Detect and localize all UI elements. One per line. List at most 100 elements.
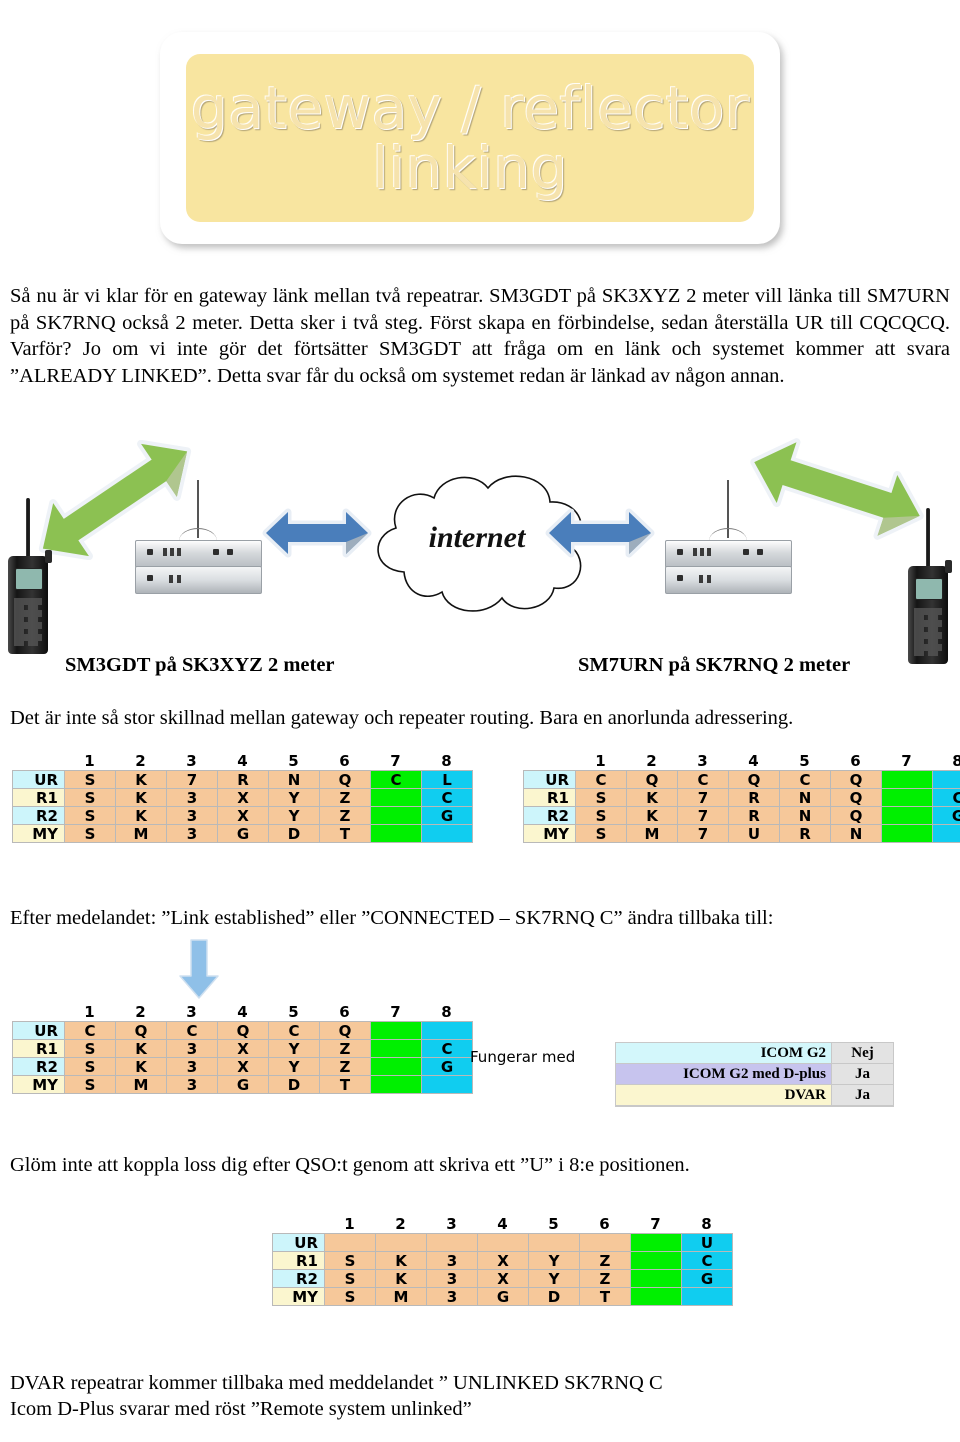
cell-MY-6: T <box>319 824 370 843</box>
cell-UR-3 <box>426 1233 477 1251</box>
down-arrow-icon <box>179 939 219 999</box>
column-header-2: 2 <box>135 1003 146 1021</box>
caption-right: SM7URN på SK7RNQ 2 meter <box>578 654 851 676</box>
row-label-UR: UR <box>12 1021 64 1040</box>
cell-R2-3: 3 <box>426 1269 477 1288</box>
cell-R1-7 <box>881 788 932 806</box>
column-header-2: 2 <box>646 752 657 770</box>
compat-label: Fungerar med <box>470 1048 576 1066</box>
cell-MY-5: R <box>779 824 830 843</box>
cell-UR-8: U <box>681 1233 732 1252</box>
table-row: MY S M 3 G D T <box>12 824 472 843</box>
cell-R2-7 <box>370 1057 421 1075</box>
cell-R2-2: K <box>375 1269 426 1288</box>
document-page: gateway / reflector linking Så nu är vi … <box>0 0 960 1442</box>
cell-R2-2: K <box>115 806 166 825</box>
routing-table-3: 1 2 3 4 5 6 7 8 UR C Q C Q C Q R1 S K 3 X Y Z C R2 S K 3 X Y Z G MY S M 3 G… <box>12 1003 473 1094</box>
table-row: UR C Q C Q C Q <box>523 770 960 789</box>
table-row: R1 S K 7 R N Q C <box>523 788 960 807</box>
cell-R1-2: K <box>115 1039 166 1058</box>
column-header-2: 2 <box>395 1215 406 1233</box>
cell-UR-7: C <box>370 770 421 789</box>
compat-name: ICOM G2 med D-plus <box>616 1064 831 1085</box>
table-row: R1 S K 3 X Y Z C <box>12 1039 472 1058</box>
table-row: MY S M 7 U R N <box>523 824 960 843</box>
cell-R2-5: Y <box>528 1269 579 1288</box>
column-header-6: 6 <box>850 752 861 770</box>
header-banner: gateway / reflector linking <box>160 32 780 244</box>
cell-R1-1: S <box>64 788 115 807</box>
cell-MY-3: 7 <box>677 824 728 843</box>
routing-table-2: 1 2 3 4 5 6 7 8 UR C Q C Q C Q R1 S K 7 R N Q C R2 S K 7 R N Q G MY S M 7 U… <box>523 752 960 843</box>
cell-R1-3: 3 <box>166 1039 217 1058</box>
column-header-5: 5 <box>288 1003 299 1021</box>
repeater-left <box>135 480 262 595</box>
cell-R1-1: S <box>575 788 626 807</box>
cell-UR-8: L <box>421 770 472 789</box>
row-label-R1: R1 <box>523 788 575 807</box>
cell-MY-1: S <box>64 1075 115 1094</box>
cell-MY-8 <box>421 1075 472 1093</box>
column-header-4: 4 <box>497 1215 508 1233</box>
header-spacer <box>272 1215 324 1233</box>
cell-UR-3: 7 <box>166 770 217 789</box>
table-row: R2 S K 3 X Y Z G <box>12 806 472 825</box>
cell-UR-7 <box>630 1233 681 1251</box>
column-header-4: 4 <box>748 752 759 770</box>
cell-MY-2: M <box>626 824 677 843</box>
row-label-MY: MY <box>12 824 64 843</box>
cell-MY-3: 3 <box>166 824 217 843</box>
cell-R1-8: C <box>421 788 472 807</box>
table-row: R1 S K 3 X Y Z C <box>272 1251 732 1270</box>
cell-R1-1: S <box>324 1251 375 1270</box>
column-header-6: 6 <box>599 1215 610 1233</box>
cell-R2-6: Z <box>579 1269 630 1288</box>
row-label-MY: MY <box>272 1287 324 1306</box>
cell-R2-3: 3 <box>166 806 217 825</box>
cell-UR-6: Q <box>319 1021 370 1040</box>
row-label-R2: R2 <box>523 806 575 825</box>
compat-value: Ja <box>831 1085 893 1106</box>
cell-R1-3: 7 <box>677 788 728 807</box>
cell-R1-2: K <box>626 788 677 807</box>
cell-R1-5: N <box>779 788 830 807</box>
cell-R2-8: G <box>932 806 960 825</box>
cell-R1-4: X <box>477 1251 528 1270</box>
cell-UR-5: C <box>779 770 830 789</box>
cell-UR-1: C <box>64 1021 115 1040</box>
intro-paragraph: Så nu är vi klar för en gateway länk mel… <box>10 285 950 387</box>
cell-R2-4: X <box>217 806 268 825</box>
cell-R2-6: Q <box>830 806 881 825</box>
table-row: MY S M 3 G D T <box>272 1287 732 1306</box>
cell-UR-8 <box>932 770 960 788</box>
cell-UR-2 <box>375 1233 426 1251</box>
row-label-R2: R2 <box>12 806 64 825</box>
cell-MY-6: N <box>830 824 881 843</box>
column-header-5: 5 <box>799 752 810 770</box>
cell-R2-1: S <box>64 806 115 825</box>
cell-UR-6 <box>579 1233 630 1251</box>
cell-UR-1: S <box>64 770 115 789</box>
cell-R1-5: Y <box>268 788 319 807</box>
column-header-row: 1 2 3 4 5 6 7 8 <box>272 1215 733 1233</box>
handheld-radio-right <box>908 508 952 668</box>
column-header-4: 4 <box>237 1003 248 1021</box>
cell-R2-7 <box>630 1269 681 1287</box>
column-header-6: 6 <box>339 1003 350 1021</box>
column-header-row: 1 2 3 4 5 6 7 8 <box>12 752 473 770</box>
header-spacer <box>12 1003 64 1021</box>
cell-UR-4: Q <box>728 770 779 789</box>
table-row: UR C Q C Q C Q <box>12 1021 472 1040</box>
cell-R2-7 <box>881 806 932 824</box>
column-header-3: 3 <box>186 1003 197 1021</box>
cell-MY-5: D <box>528 1287 579 1306</box>
cell-R2-2: K <box>626 806 677 825</box>
cell-R2-5: Y <box>268 806 319 825</box>
cell-MY-7 <box>370 1075 421 1093</box>
row-label-UR: UR <box>12 770 64 789</box>
column-header-1: 1 <box>595 752 606 770</box>
column-header-8: 8 <box>952 752 960 770</box>
column-header-7: 7 <box>650 1215 661 1233</box>
compat-name: ICOM G2 <box>616 1043 831 1064</box>
table-row: UR U <box>272 1233 732 1252</box>
